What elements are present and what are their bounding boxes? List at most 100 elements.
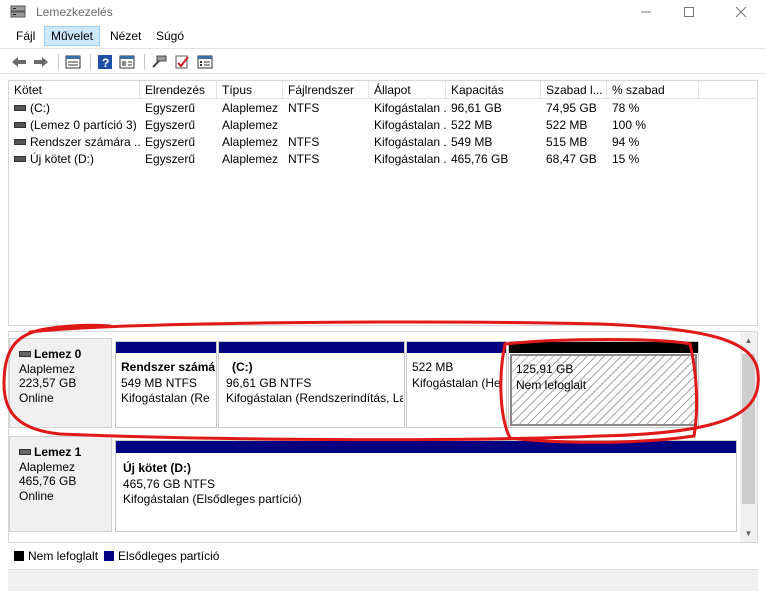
filesystem-cell	[283, 117, 369, 133]
legend: Nem lefoglalt Elsődleges partíció	[8, 545, 758, 567]
partition-c-drive[interactable]: (C:) 96,61 GB NTFS Kifogástalan (Rendsze…	[218, 341, 405, 428]
partition-system-reserved[interactable]: Rendszer számá 549 MB NTFS Kifogástalan …	[115, 341, 217, 428]
column-header-layout[interactable]: Elrendezés	[140, 81, 217, 99]
back-arrow-icon[interactable]	[10, 53, 28, 71]
forward-arrow-icon[interactable]	[32, 53, 50, 71]
disk-0-status: Online	[19, 390, 54, 405]
layout-cell: Egyszerű	[145, 118, 196, 132]
table-row[interactable]: (Lemez 0 partíció 3) Egyszerű Alaplemez …	[9, 117, 757, 133]
table-row[interactable]: Rendszer számára ... Egyszerű Alaplemez …	[9, 134, 757, 150]
partition-disk0-partition3[interactable]: 522 MB Kifogástalan (He	[406, 341, 507, 428]
settings-icon[interactable]	[196, 53, 214, 71]
maximize-button[interactable]	[666, 0, 712, 24]
column-header-free-space[interactable]: Szabad l...	[541, 81, 607, 99]
capacity-cell: 96,61 GB	[451, 101, 502, 115]
volume-list-header: Kötet Elrendezés Típus Fájlrendszer Álla…	[9, 81, 757, 99]
legend-label: Nem lefoglalt	[28, 549, 99, 563]
table-row[interactable]: Új kötet (D:) Egyszerű Alaplemez NTFS Ki…	[9, 151, 757, 167]
status-cell: Kifogástalan ...	[374, 135, 446, 149]
volume-name-cell: Új kötet (D:)	[9, 151, 140, 167]
filesystem-cell: NTFS	[288, 152, 320, 166]
scroll-up-arrow-icon[interactable]: ▲	[740, 332, 757, 349]
legend-item-unallocated: Nem lefoglalt	[14, 549, 98, 563]
legend-item-primary: Elsődleges partíció	[104, 549, 219, 563]
menu-file[interactable]: Fájl	[10, 26, 41, 46]
partition-name: Rendszer számá	[121, 360, 215, 374]
type-cell: Alaplemez	[222, 135, 279, 149]
disk-1-size: 465,76 GB	[19, 474, 77, 488]
help-icon[interactable]: ?	[96, 53, 114, 71]
filesystem-cell: NTFS	[288, 135, 320, 149]
percent-free-cell: 100 %	[612, 118, 647, 132]
volume-name: (Lemez 0 partíció 3)	[30, 118, 137, 132]
connect-icon[interactable]	[150, 53, 168, 71]
disk-management-app-icon	[10, 5, 26, 19]
partition-size: 96,61 GB NTFS	[226, 375, 312, 390]
toolbar: ?	[0, 48, 765, 74]
column-header-status[interactable]: Állapot	[369, 81, 446, 99]
disk-list-icon[interactable]	[64, 53, 82, 71]
partition-size: 549 MB NTFS	[121, 375, 198, 390]
svg-text:?: ?	[102, 56, 109, 70]
partition-status: Kifogástalan (Elsődleges partíció)	[123, 492, 302, 506]
menu-help[interactable]: Súgó	[150, 26, 190, 46]
column-header-percent-free[interactable]: % szabad	[607, 81, 699, 99]
primary-partition-bar	[407, 342, 506, 353]
close-button[interactable]	[718, 0, 764, 24]
disk-1-type: Alaplemez	[19, 459, 76, 474]
disk-icon	[19, 351, 31, 358]
type-cell: Alaplemez	[222, 152, 279, 166]
column-header-volume[interactable]: Kötet	[9, 81, 140, 99]
disk-0-label[interactable]: Lemez 0 Alaplemez 223,57 GB Online	[9, 338, 112, 428]
disk-0-size: 223,57 GB	[19, 376, 77, 390]
column-header-filesystem[interactable]: Fájlrendszer	[283, 81, 369, 99]
disk-1-name-row: Lemez 1	[19, 445, 111, 460]
free-space-cell: 515 MB	[546, 135, 588, 149]
percent-free-cell: 94 %	[612, 135, 640, 149]
disk-map-scrollbar[interactable]: ▲ ▼	[740, 332, 757, 542]
partition-unallocated[interactable]: 125,91 GB Nem lefoglalt	[508, 341, 699, 428]
scrollbar-thumb[interactable]	[742, 354, 755, 504]
filesystem-cell: NTFS	[288, 101, 320, 115]
partition-status: Nem lefoglalt	[516, 377, 587, 392]
volume-name-cell: (Lemez 0 partíció 3)	[9, 117, 140, 133]
menu-action[interactable]: Művelet	[44, 26, 101, 46]
volume-icon	[14, 138, 26, 145]
percent-free-cell: 78 %	[612, 101, 640, 115]
capacity-cell: 549 MB	[451, 135, 493, 149]
minimize-button[interactable]	[623, 0, 669, 24]
title-bar: Lemezkezelés	[0, 0, 765, 24]
scroll-down-arrow-icon[interactable]: ▼	[740, 525, 757, 542]
free-space-cell: 74,95 GB	[546, 101, 597, 115]
partition-d-drive[interactable]: Új kötet (D:) 465,76 GB NTFS Kifogástala…	[115, 440, 737, 532]
partition-name: (C:)	[232, 360, 253, 374]
layout-cell: Egyszerű	[145, 135, 196, 149]
unallocated-bar	[509, 342, 698, 353]
capacity-cell: 522 MB	[451, 118, 493, 132]
disk-map-pane: Lemez 0 Alaplemez 223,57 GB Online Rends…	[8, 331, 758, 543]
percent-free-cell: 15 %	[612, 152, 640, 166]
disk-0-name: Lemez 0	[34, 347, 82, 361]
layout-cell: Egyszerű	[145, 152, 196, 166]
table-row[interactable]: (C:) Egyszerű Alaplemez NTFS Kifogástala…	[9, 100, 757, 116]
status-bar	[8, 569, 758, 591]
status-cell: Kifogástalan ...	[374, 152, 446, 166]
menu-bar: Fájl Művelet Nézet Súgó	[0, 26, 765, 46]
column-header-capacity[interactable]: Kapacitás	[446, 81, 541, 99]
check-icon[interactable]	[173, 53, 191, 71]
partition-status: Kifogástalan (He	[412, 375, 501, 390]
menu-view[interactable]: Nézet	[104, 26, 147, 46]
partition-status: Kifogástalan (Rendszerindítás, La	[226, 391, 403, 405]
status-cell: Kifogástalan ...	[374, 101, 446, 115]
properties-icon[interactable]	[118, 53, 136, 71]
column-header-type[interactable]: Típus	[217, 81, 283, 99]
free-space-cell: 522 MB	[546, 118, 588, 132]
disk-1-status: Online	[19, 488, 54, 503]
partition-size: 125,91 GB	[516, 362, 574, 376]
partition-body: Rendszer számá 549 MB NTFS Kifogástalan …	[117, 354, 215, 426]
primary-partition-bar	[219, 342, 404, 353]
volume-name-cell: (C:)	[9, 100, 140, 116]
status-cell: Kifogástalan ...	[374, 118, 446, 132]
disk-1-label[interactable]: Lemez 1 Alaplemez 465,76 GB Online	[9, 436, 112, 532]
unallocated-body: 125,91 GB Nem lefoglalt	[510, 354, 697, 426]
